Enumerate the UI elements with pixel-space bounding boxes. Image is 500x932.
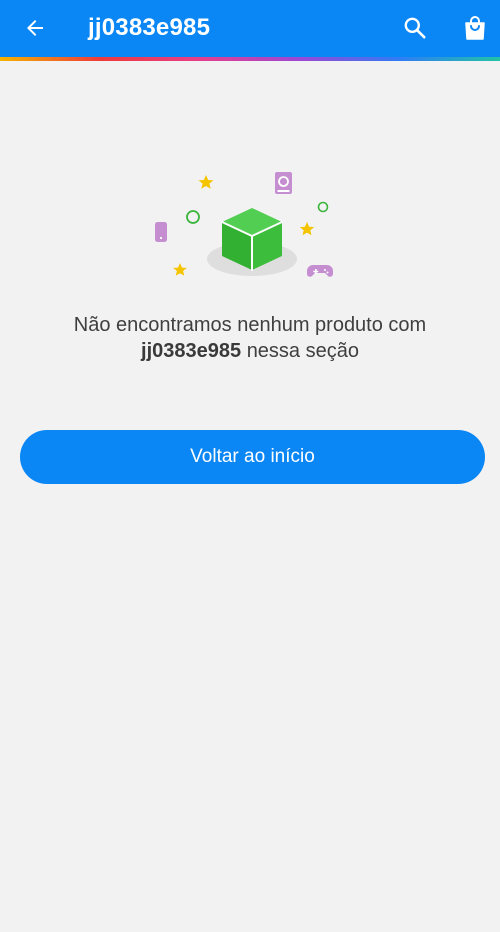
message-line-2: jj0383e985 nessa seção <box>20 338 480 364</box>
back-button[interactable] <box>16 10 54 46</box>
empty-results-message: Não encontramos nenhum produto com jj038… <box>20 312 480 364</box>
cart-button[interactable] <box>457 10 493 46</box>
message-suffix: nessa seção <box>246 340 359 362</box>
arrow-left-icon <box>27 20 43 36</box>
shopping-bag-icon <box>465 16 485 40</box>
back-to-home-button[interactable]: Voltar ao início <box>20 430 485 484</box>
message-line-1: Não encontramos nenhum produto com <box>73 314 427 336</box>
search-icon <box>404 17 426 39</box>
empty-box-illustration <box>155 172 333 277</box>
search-term: jj0383e985 <box>141 340 242 362</box>
search-button[interactable] <box>397 10 433 46</box>
page-title: jj0383e985 <box>88 14 211 41</box>
app-header: jj0383e985 <box>0 0 500 57</box>
header-accent-stripe <box>0 57 500 61</box>
